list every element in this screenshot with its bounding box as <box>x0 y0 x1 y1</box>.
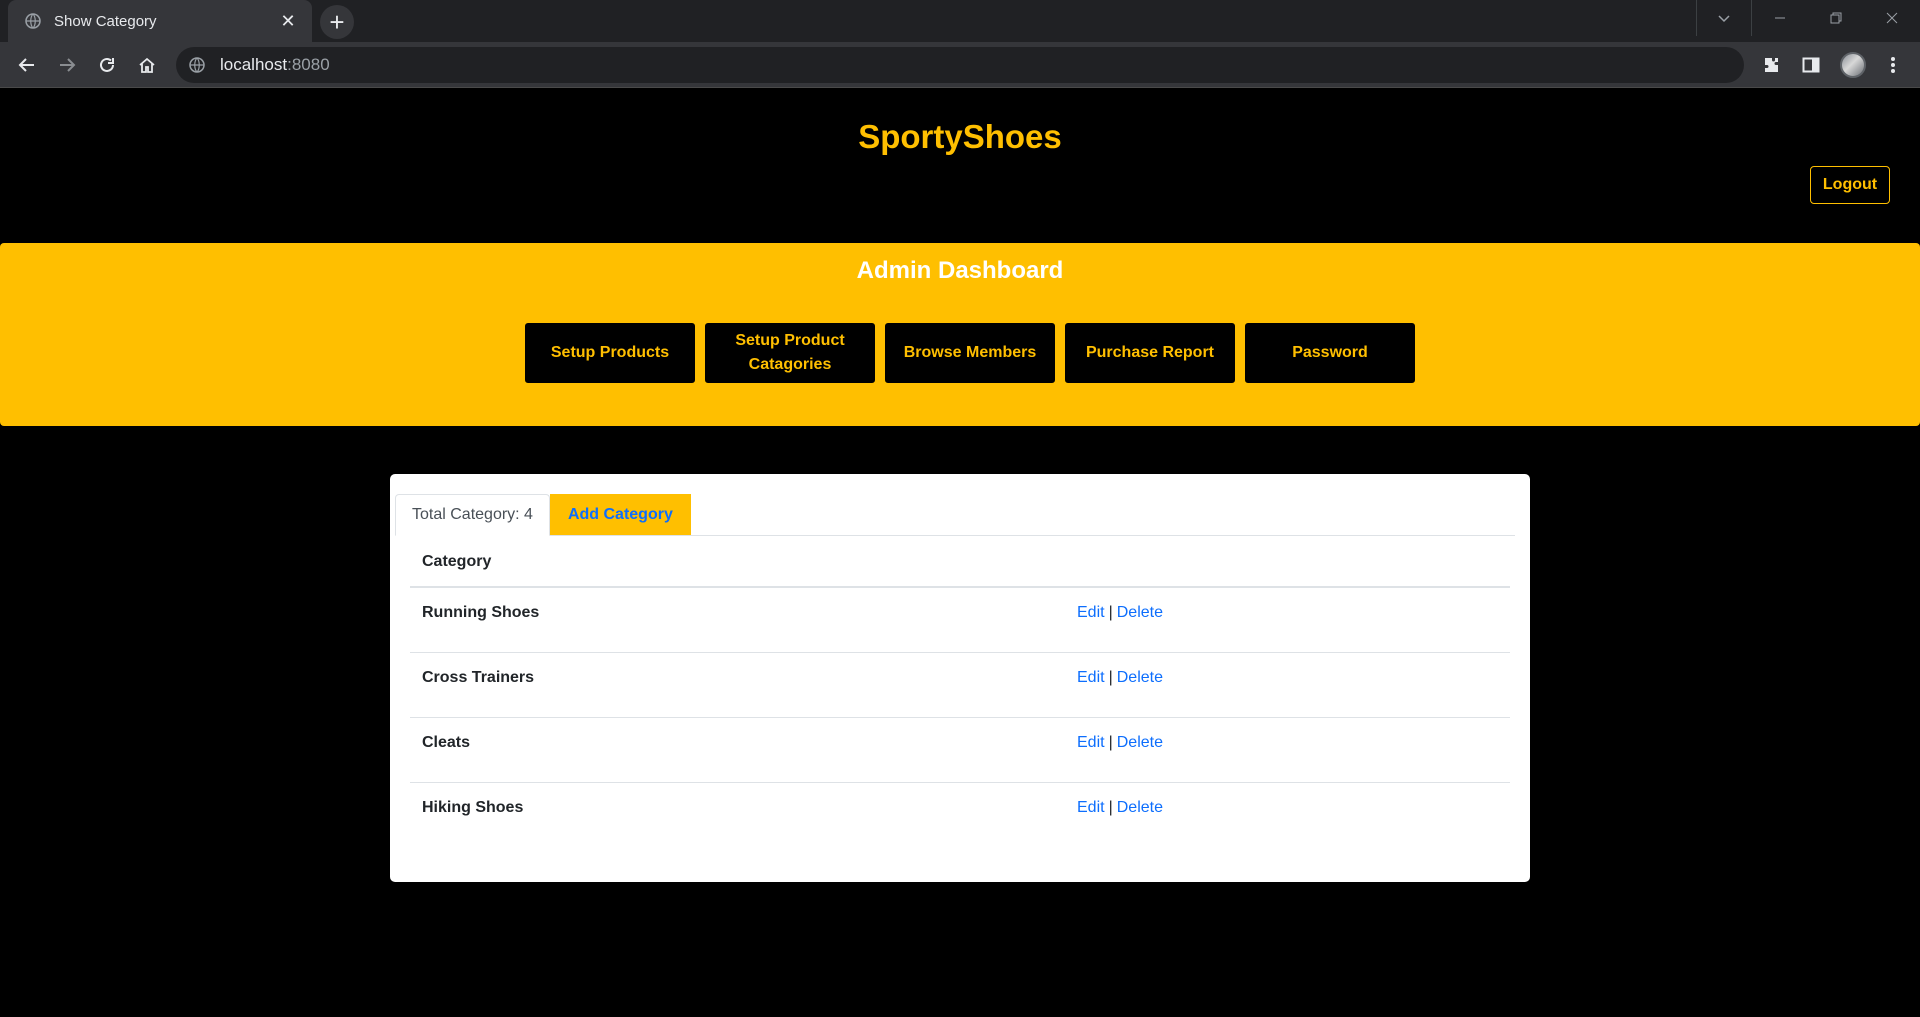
extensions-icon[interactable] <box>1756 50 1786 80</box>
row-actions: Edit | Delete <box>1065 782 1510 847</box>
page-content: SportyShoes Logout Admin Dashboard Setup… <box>0 88 1920 1017</box>
password-button[interactable]: Password <box>1245 323 1415 383</box>
setup-products-button[interactable]: Setup Products <box>525 323 695 383</box>
home-icon[interactable] <box>132 50 162 80</box>
window-controls <box>1696 0 1920 36</box>
forward-arrow-icon[interactable] <box>52 50 82 80</box>
category-name: Hiking Shoes <box>422 798 524 816</box>
browse-members-button[interactable]: Browse Members <box>885 323 1055 383</box>
table-row: Cross Trainers Edit | Delete <box>410 652 1510 718</box>
menu-dots-icon[interactable] <box>1878 50 1908 80</box>
logout-button[interactable]: Logout <box>1810 166 1890 204</box>
admin-dashboard-panel: Admin Dashboard Setup Products Setup Pro… <box>0 243 1920 426</box>
edit-link[interactable]: Edit <box>1077 734 1105 751</box>
table-row: Running Shoes Edit | Delete <box>410 587 1510 653</box>
setup-product-categories-button[interactable]: Setup Product Catagories <box>705 323 875 383</box>
category-name: Running Shoes <box>410 587 1065 653</box>
table-header-row: Category <box>410 537 1510 588</box>
add-category-button[interactable]: Add Category <box>549 494 691 535</box>
tab-search-icon[interactable] <box>1696 0 1752 36</box>
tab-total-category[interactable]: Total Category: 4 <box>395 494 550 536</box>
delete-link[interactable]: Delete <box>1117 669 1163 686</box>
delete-link[interactable]: Delete <box>1117 604 1163 621</box>
globe-icon <box>24 12 42 30</box>
delete-link[interactable]: Delete <box>1117 799 1163 816</box>
edit-link[interactable]: Edit <box>1077 799 1105 816</box>
browser-toolbar: localhost :8080 <box>0 42 1920 88</box>
row-actions: Edit | Delete <box>1065 587 1510 653</box>
separator: | <box>1108 604 1113 621</box>
reload-icon[interactable] <box>92 50 122 80</box>
table-row: Cleats Edit | Delete <box>410 717 1510 783</box>
column-header-actions <box>1065 537 1510 588</box>
avatar-image <box>1840 52 1866 78</box>
delete-link[interactable]: Delete <box>1117 734 1163 751</box>
address-bar[interactable]: localhost :8080 <box>176 47 1744 83</box>
category-table: Category Running Shoes Edit | Delete Cross… <box>410 537 1510 847</box>
separator: | <box>1108 798 1113 816</box>
minimize-icon[interactable] <box>1752 0 1808 36</box>
url-host: localhost <box>220 55 288 74</box>
browser-tab-bar: Show Category ✕ + <box>0 0 1920 42</box>
category-name: Cross Trainers <box>410 652 1065 718</box>
url-port: :8080 <box>287 55 330 74</box>
dashboard-title: Admin Dashboard <box>856 257 1064 284</box>
row-actions: Edit | Delete <box>1065 717 1510 783</box>
separator: | <box>1108 733 1113 751</box>
browser-tab[interactable]: Show Category ✕ <box>8 0 312 42</box>
side-panel-icon[interactable] <box>1796 50 1826 80</box>
tab-close-icon[interactable]: ✕ <box>278 11 298 32</box>
edit-link[interactable]: Edit <box>1077 669 1105 686</box>
restore-icon[interactable] <box>1808 0 1864 36</box>
dashboard-nav: Setup Products Setup Product Catagories … <box>525 323 1415 383</box>
tab-title: Show Category <box>54 12 157 30</box>
category-card: Total Category: 4 Add Category Category … <box>390 474 1530 882</box>
brand-title: SportyShoes <box>858 118 1062 155</box>
new-tab-button[interactable]: + <box>320 5 354 39</box>
profile-avatar[interactable] <box>1838 50 1868 80</box>
category-tabs: Total Category: 4 Add Category <box>395 494 1515 536</box>
row-actions: Edit | Delete <box>1065 652 1510 718</box>
purchase-report-button[interactable]: Purchase Report <box>1065 323 1235 383</box>
category-name: Cleats <box>410 717 1065 783</box>
site-info-icon[interactable] <box>188 56 206 74</box>
table-row: Hiking Shoes Edit | Delete <box>410 782 1510 847</box>
separator: | <box>1108 668 1113 686</box>
column-header-category: Category <box>410 537 1065 588</box>
edit-link[interactable]: Edit <box>1077 604 1105 621</box>
back-arrow-icon[interactable] <box>12 50 42 80</box>
close-window-icon[interactable] <box>1864 0 1920 36</box>
